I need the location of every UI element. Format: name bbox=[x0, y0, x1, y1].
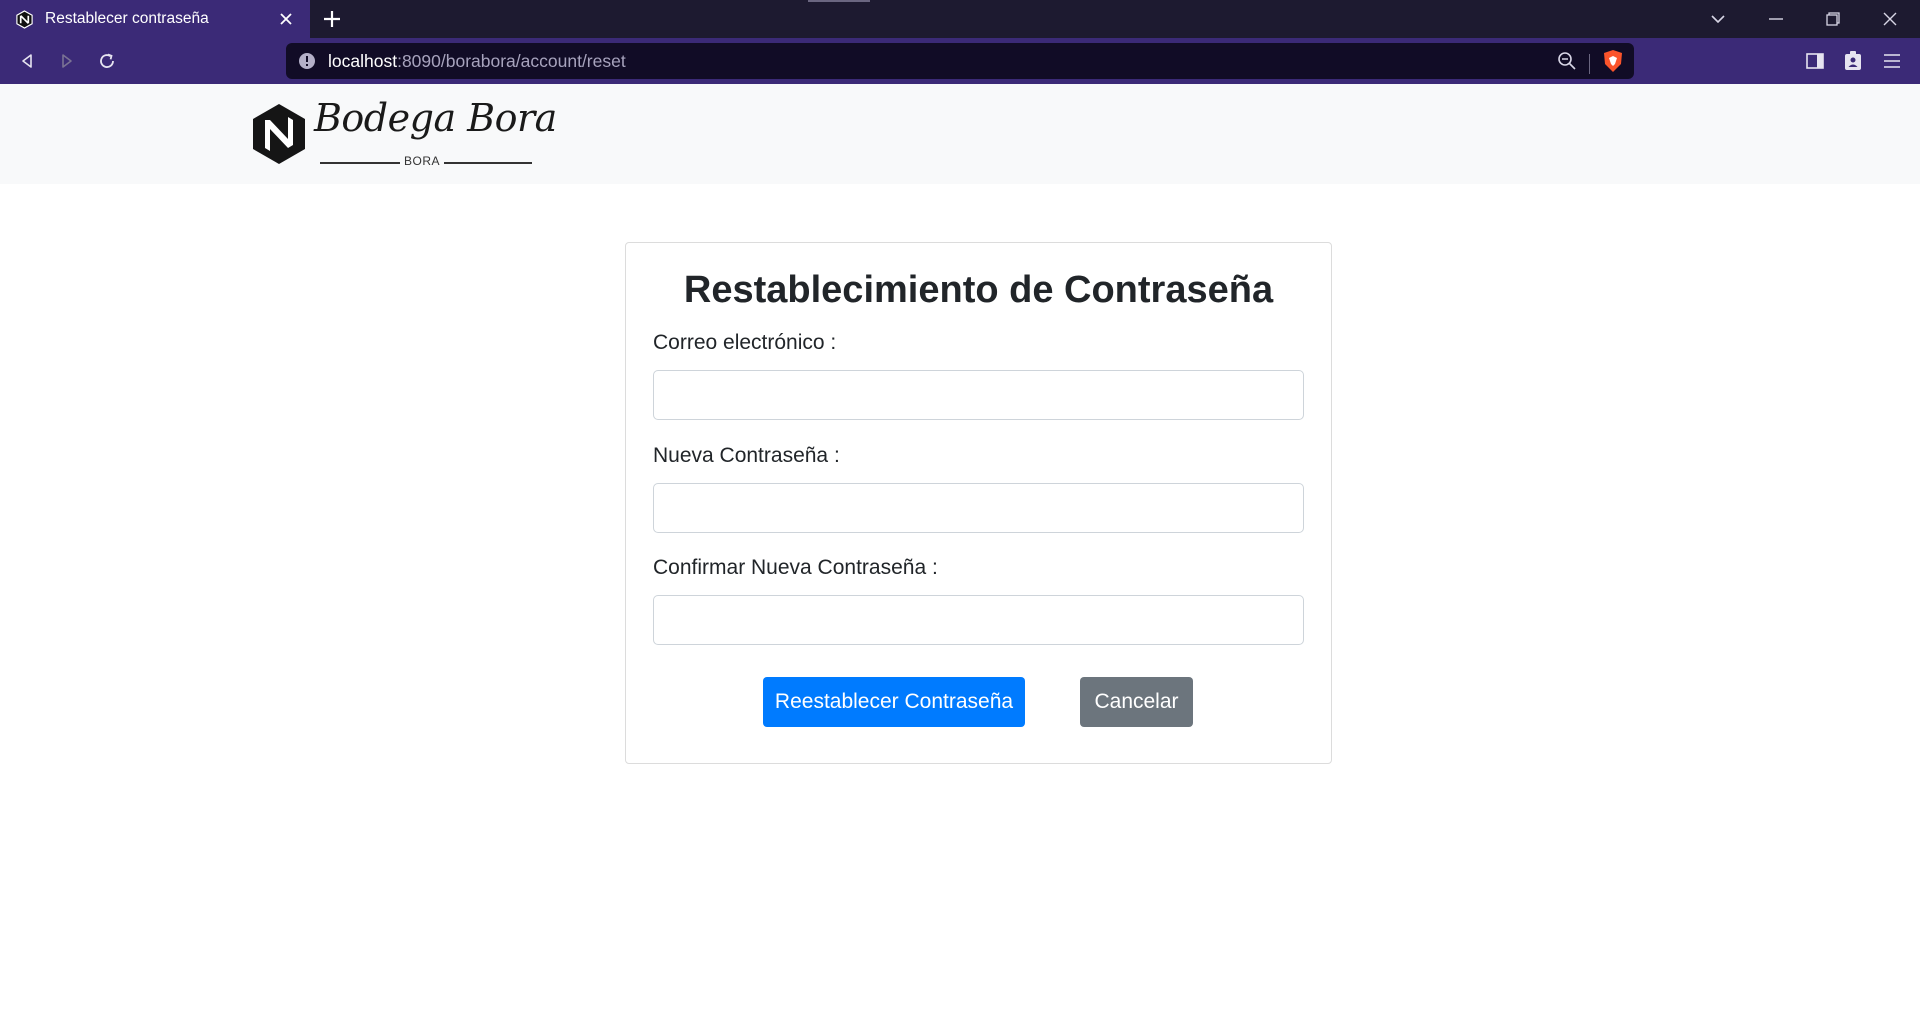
minimize-icon[interactable] bbox=[1748, 0, 1804, 38]
browser-toolbar: localhost:8090/borabora/account/reset bbox=[0, 38, 1920, 84]
address-bar[interactable]: localhost:8090/borabora/account/reset bbox=[286, 43, 1634, 79]
browser-tab-active[interactable]: Restablecer contraseña bbox=[0, 0, 310, 38]
email-label: Correo electrónico : bbox=[653, 331, 837, 354]
page-title: Restablecimiento de Contraseña bbox=[683, 269, 1274, 311]
drag-indicator bbox=[808, 0, 870, 2]
new-tab-plus-icon[interactable] bbox=[320, 7, 344, 31]
brave-shields-icon[interactable] bbox=[1602, 49, 1624, 78]
logo-rule-left bbox=[320, 162, 400, 164]
tab-title: Restablecer contraseña bbox=[45, 10, 209, 27]
address-bar-actions bbox=[1557, 49, 1624, 78]
cancel-button[interactable]: Cancelar bbox=[1080, 677, 1193, 727]
logo-hexagon-icon bbox=[253, 104, 305, 164]
restore-window-icon[interactable] bbox=[1805, 0, 1861, 38]
back-icon[interactable] bbox=[12, 46, 42, 76]
reset-password-button[interactable]: Reestablecer Contraseña bbox=[763, 677, 1025, 727]
url-host: localhost bbox=[328, 50, 398, 71]
url-path: :8090/borabora/account/reset bbox=[397, 50, 626, 71]
reload-icon[interactable] bbox=[92, 46, 122, 76]
confirm-password-label: Confirmar Nueva Contraseña : bbox=[653, 556, 938, 579]
new-password-label: Nueva Contraseña : bbox=[653, 444, 840, 467]
site-header: Bodega Bora BORA bbox=[0, 84, 1920, 184]
url-text[interactable]: localhost:8090/borabora/account/reset bbox=[328, 51, 626, 72]
sidebar-icon[interactable] bbox=[1800, 46, 1830, 76]
wallet-icon[interactable] bbox=[1838, 46, 1868, 76]
close-window-icon[interactable] bbox=[1862, 0, 1918, 38]
browser-titlebar: Restablecer contraseña bbox=[0, 0, 1920, 38]
site-info-icon[interactable] bbox=[298, 52, 316, 70]
email-field[interactable] bbox=[653, 370, 1304, 420]
confirm-password-field[interactable] bbox=[653, 595, 1304, 645]
site-logo[interactable]: Bodega Bora BORA bbox=[250, 96, 557, 168]
new-password-field[interactable] bbox=[653, 483, 1304, 533]
tab-search-chevron-icon[interactable] bbox=[1690, 0, 1746, 38]
forward-icon[interactable] bbox=[52, 46, 82, 76]
zoom-icon[interactable] bbox=[1557, 51, 1577, 76]
logo-wordmark: Bodega Bora bbox=[314, 96, 557, 140]
reset-password-card: Restablecimiento de Contraseña Correo el… bbox=[625, 242, 1332, 764]
divider bbox=[1589, 53, 1590, 74]
menu-hamburger-icon[interactable] bbox=[1877, 46, 1907, 76]
logo-subtext: BORA bbox=[404, 154, 441, 168]
tab-close-icon[interactable] bbox=[276, 9, 296, 29]
site-favicon-icon bbox=[15, 9, 34, 29]
logo-rule-right bbox=[444, 162, 532, 164]
